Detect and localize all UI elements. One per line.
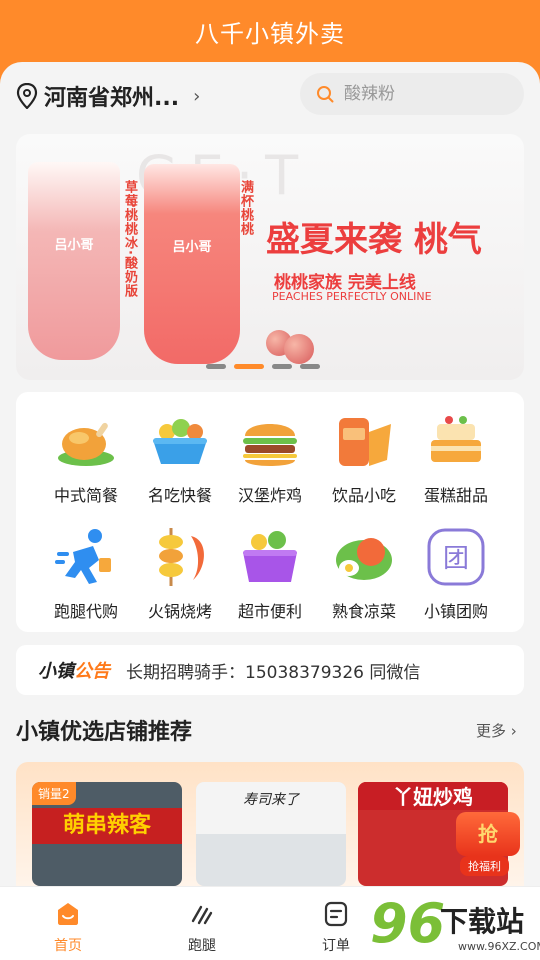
location-selector[interactable]: 河南省郑州... › (16, 80, 200, 112)
shop-card[interactable]: 寿司来了 (196, 782, 346, 886)
tab-home[interactable]: 首页 (28, 899, 108, 955)
category-label: 汉堡炸鸡 (237, 486, 302, 505)
category-grid: 中式简餐 名吃快餐 汉堡炸鸡 饮品小吃 蛋糕甜品 跑腿代购 火锅烧烤 超市便利 … (16, 392, 524, 632)
category-label: 跑腿代购 (53, 602, 118, 621)
category-label: 熟食凉菜 (331, 602, 396, 621)
order-icon (324, 901, 348, 927)
svg-text:团: 团 (443, 544, 469, 574)
home-icon (58, 903, 78, 925)
shop-name: 寿司来了 (196, 782, 346, 834)
category-label: 蛋糕甜品 (423, 486, 488, 505)
promo-float-button[interactable]: 抢 抢福利 (456, 812, 528, 878)
drink-cup-image: 吕小哥 (144, 164, 240, 364)
runner-tab-icon (191, 905, 213, 925)
promo-label: 抢福利 (460, 856, 509, 876)
announcement-text: 长期招聘骑手：15038379326 同微信 (126, 662, 421, 683)
app-title: 八千小镇外卖 (195, 20, 345, 48)
tab-errand[interactable]: 跑腿 (162, 899, 242, 955)
category-hotpot-bbq[interactable]: 火锅烧烤 (130, 524, 230, 622)
tab-label: 跑腿 (188, 938, 216, 954)
category-cake[interactable]: 蛋糕甜品 (406, 408, 506, 506)
search-input[interactable] (344, 84, 514, 104)
category-label: 饮品小吃 (331, 486, 396, 505)
category-label: 名吃快餐 (147, 486, 212, 505)
category-group-buy[interactable]: 团 小镇团购 (406, 524, 506, 622)
shop-name: 丫妞炒鸡 (358, 782, 508, 810)
location-pin-icon (16, 83, 38, 109)
drink-snack-icon (339, 418, 391, 466)
cup-logo: 吕小哥 (54, 238, 94, 253)
category-supermarket[interactable]: 超市便利 (220, 524, 320, 622)
cup-logo: 吕小哥 (172, 240, 212, 255)
runner-icon (55, 529, 111, 584)
banner-english: PEACHES PERFECTLY ONLINE (272, 290, 432, 303)
watermark: 96 下载站 www.96XZ.COM (366, 892, 540, 960)
tab-label: 订单 (322, 938, 350, 954)
peach-image (284, 334, 314, 364)
chevron-right-icon: › (510, 722, 517, 740)
cake-icon (431, 416, 481, 462)
promo-glyph: 抢 (456, 812, 520, 856)
cup2-label: 满杯桃桃 (238, 180, 253, 236)
section-title: 小镇优选店铺推荐 (16, 720, 193, 745)
pagination-dot[interactable] (206, 364, 226, 369)
banner-pagination (206, 364, 320, 369)
category-label: 超市便利 (237, 602, 302, 621)
chevron-right-icon: › (193, 85, 201, 107)
salad-bowl-icon (153, 419, 207, 464)
sales-badge: 销量2 (32, 782, 76, 805)
search-icon (317, 86, 334, 103)
roast-chicken-icon (58, 422, 114, 466)
pagination-dot[interactable] (272, 364, 292, 369)
cold-dish-icon (336, 538, 392, 580)
shop-name: 萌串辣客 (32, 808, 182, 844)
category-errand[interactable]: 跑腿代购 (36, 524, 136, 622)
more-link[interactable]: 更多 › (476, 720, 517, 741)
banner-headline: 盛夏来袭 桃气 (266, 220, 482, 260)
category-deli[interactable]: 熟食凉菜 (314, 524, 414, 622)
pagination-dot-active[interactable] (234, 364, 264, 369)
shop-list: 萌串辣客 销量2 寿司来了 丫妞炒鸡 (16, 762, 524, 886)
category-label: 小镇团购 (423, 602, 488, 621)
pagination-dot[interactable] (300, 364, 320, 369)
tab-orders[interactable]: 订单 (296, 899, 376, 955)
announcement-bar[interactable]: 小镇公告 长期招聘骑手：15038379326 同微信 (16, 645, 524, 695)
category-label: 中式简餐 (53, 486, 118, 505)
group-buy-icon: 团 (427, 528, 485, 586)
promo-banner[interactable]: GE·T 吕小哥 草莓桃桃冰·酸奶版 吕小哥 满杯桃桃 盛夏来袭 桃气 桃桃家族… (16, 134, 524, 380)
category-fast-food[interactable]: 名吃快餐 (130, 408, 230, 506)
category-chinese-meal[interactable]: 中式简餐 (36, 408, 136, 506)
tab-label: 首页 (54, 938, 82, 954)
cup1-label: 草莓桃桃冰·酸奶版 (122, 180, 137, 298)
basket-icon (243, 531, 297, 582)
category-label: 火锅烧烤 (147, 602, 212, 621)
watermark-url: www.96XZ.COM (458, 940, 540, 953)
location-text: 河南省郑州... (44, 86, 180, 111)
watermark-name: 下载站 (440, 905, 525, 938)
category-burger[interactable]: 汉堡炸鸡 (220, 408, 320, 506)
drink-cup-image: 吕小哥 (28, 162, 120, 360)
skewer-icon (159, 528, 204, 586)
category-drinks[interactable]: 饮品小吃 (314, 408, 414, 506)
announcement-brand: 小镇公告 (38, 661, 110, 682)
burger-icon (243, 424, 297, 466)
search-bar[interactable] (300, 73, 524, 115)
watermark-digits: 96 (370, 892, 446, 955)
